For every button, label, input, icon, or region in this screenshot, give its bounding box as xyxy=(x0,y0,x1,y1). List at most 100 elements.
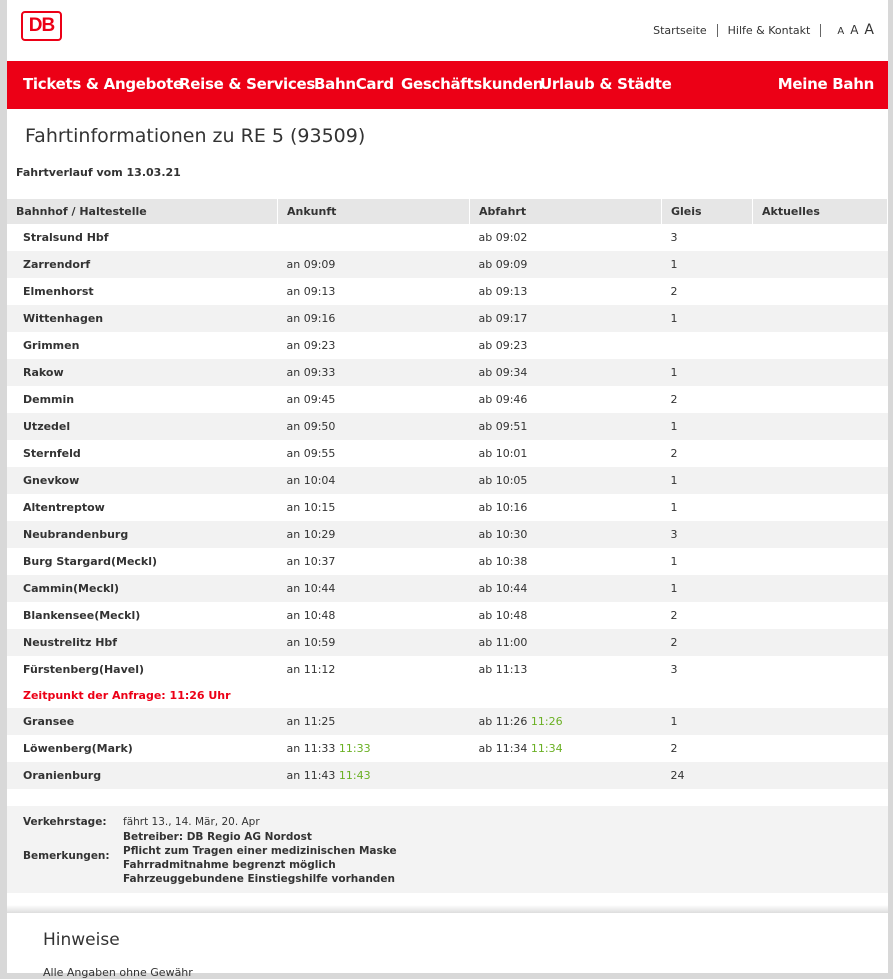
departure: ab 11:34 11:34 xyxy=(470,735,662,762)
station-name: Altentreptow xyxy=(23,501,105,514)
track: 1 xyxy=(661,251,753,278)
hinweise-title: Hinweise xyxy=(43,930,120,950)
track: 2 xyxy=(670,609,678,622)
station-name: Rakow xyxy=(7,359,278,386)
link-hilfe-kontakt[interactable]: Hilfe & Kontakt xyxy=(728,24,811,37)
col-departure: Abfahrt xyxy=(469,199,662,224)
track: 3 xyxy=(661,521,753,548)
table-row: Stralsund Hbf ab 09:02 3 xyxy=(7,224,888,251)
current xyxy=(752,305,888,332)
db-logo[interactable]: DB xyxy=(21,11,62,41)
main-nav: Tickets & Angebote Reise & Services Bahn… xyxy=(7,61,888,109)
current xyxy=(753,548,888,575)
station-name: Zarrendorf xyxy=(7,251,278,278)
request-time: Zeitpunkt der Anfrage: 11:26 Uhr xyxy=(23,689,231,702)
departure: ab 09:51 xyxy=(469,413,662,440)
info-box: Verkehrstage: fährt 13., 14. Mär, 20. Ap… xyxy=(7,806,888,893)
remark: Fahrradmitnahme begrenzt möglich xyxy=(123,859,336,871)
arrival: an 09:45 xyxy=(286,393,336,406)
station-name: Fürstenberg(Havel) xyxy=(23,663,145,676)
current xyxy=(753,386,888,413)
font-size-large[interactable]: A xyxy=(864,22,874,38)
nav-bahncard[interactable]: BahnCard xyxy=(314,75,394,93)
departure: ab 10:44 xyxy=(469,575,662,602)
current xyxy=(753,440,888,467)
arrival: an 10:59 xyxy=(277,629,470,656)
nav-urlaub-staedte[interactable]: Urlaub & Städte xyxy=(540,75,672,93)
arrival: an 09:23 xyxy=(286,339,336,352)
page-title: Fahrtinformationen zu RE 5 (93509) xyxy=(25,125,366,147)
track: 24 xyxy=(661,762,753,789)
departure: ab 09:34 xyxy=(469,359,662,386)
table-row: Rakow an 09:33 ab 09:34 1 xyxy=(7,359,888,386)
font-size-small[interactable]: A xyxy=(837,26,844,37)
station-name: Gransee xyxy=(7,708,278,735)
arrival: an 11:12 xyxy=(286,663,336,676)
station-name: Utzedel xyxy=(7,413,278,440)
departure: ab 09:17 xyxy=(469,305,662,332)
table-row: Oranienburg an 11:43 11:43 24 xyxy=(7,762,888,789)
realtime-arrival: 11:43 xyxy=(338,769,371,782)
arrival: an 10:29 xyxy=(277,521,470,548)
departure: ab 10:48 xyxy=(478,609,528,622)
nav-geschaeftskunden[interactable]: Geschäftskunden xyxy=(401,75,543,93)
font-size-switcher: AAA xyxy=(831,22,874,38)
table-row: Blankensee(Meckl) an 10:48 ab 10:48 2 xyxy=(7,602,888,629)
col-track: Gleis xyxy=(661,199,753,224)
table-row: Neustrelitz Hbf an 10:59 ab 11:00 2 xyxy=(7,629,888,656)
table-row: Burg Stargard(Meckl) an 10:37 ab 10:38 1 xyxy=(7,548,888,575)
track xyxy=(662,332,753,359)
nav-tickets[interactable]: Tickets & Angebote xyxy=(23,75,183,93)
table-row: Gransee an 11:25 ab 11:26 11:26 1 xyxy=(7,708,888,735)
nav-reise-services[interactable]: Reise & Services xyxy=(179,75,315,93)
top-links: Startseite Hilfe & Kontakt AAA xyxy=(653,22,874,38)
current xyxy=(752,359,888,386)
nav-meine-bahn[interactable]: Meine Bahn xyxy=(778,75,875,93)
station-name: Sternfeld xyxy=(23,447,81,460)
departure: ab 09:23 xyxy=(478,339,528,352)
departure: ab 10:01 xyxy=(478,447,528,460)
departure: ab 10:38 xyxy=(478,555,528,568)
current xyxy=(752,762,888,789)
track: 1 xyxy=(661,305,753,332)
table-row: Demmin an 09:45 ab 09:46 2 xyxy=(7,386,888,413)
arrival: an 10:04 xyxy=(277,467,470,494)
table-row: Neubrandenburg an 10:29 ab 10:30 3 xyxy=(7,521,888,548)
arrival: an 10:37 xyxy=(286,555,336,568)
verkehrstage-label: Verkehrstage: xyxy=(23,816,107,828)
realtime-departure: 11:26 xyxy=(530,715,563,728)
track: 1 xyxy=(661,708,753,735)
station-name: Demmin xyxy=(23,393,75,406)
remark: Pflicht zum Tragen einer medizinischen M… xyxy=(123,845,397,857)
track: 3 xyxy=(670,663,678,676)
track: 2 xyxy=(661,629,753,656)
current xyxy=(753,735,888,762)
track: 1 xyxy=(661,467,753,494)
current xyxy=(752,708,888,735)
departure: ab 10:05 xyxy=(469,467,662,494)
current xyxy=(753,656,888,683)
track: 1 xyxy=(670,555,678,568)
current xyxy=(753,332,888,359)
bemerkungen-label: Bemerkungen: xyxy=(23,850,110,862)
current xyxy=(752,251,888,278)
track: 1 xyxy=(670,501,678,514)
track: 1 xyxy=(661,575,753,602)
arrival: an 09:55 xyxy=(286,447,336,460)
arrival: an 09:33 xyxy=(277,359,470,386)
arrival: an 09:09 xyxy=(277,251,470,278)
font-size-medium[interactable]: A xyxy=(850,23,858,37)
departure: ab 10:16 xyxy=(478,501,528,514)
station-name: Löwenberg(Mark) xyxy=(23,742,133,755)
station-name: Elmenhorst xyxy=(23,285,94,298)
station-name: Stralsund Hbf xyxy=(23,231,109,244)
station-name: Burg Stargard(Meckl) xyxy=(23,555,158,568)
track: 1 xyxy=(661,359,753,386)
current xyxy=(753,224,888,251)
arrival: an 10:15 xyxy=(286,501,336,514)
current xyxy=(752,413,888,440)
departure: ab 09:09 xyxy=(469,251,662,278)
track: 2 xyxy=(670,393,678,406)
divider xyxy=(820,23,822,37)
link-startseite[interactable]: Startseite xyxy=(653,24,707,37)
